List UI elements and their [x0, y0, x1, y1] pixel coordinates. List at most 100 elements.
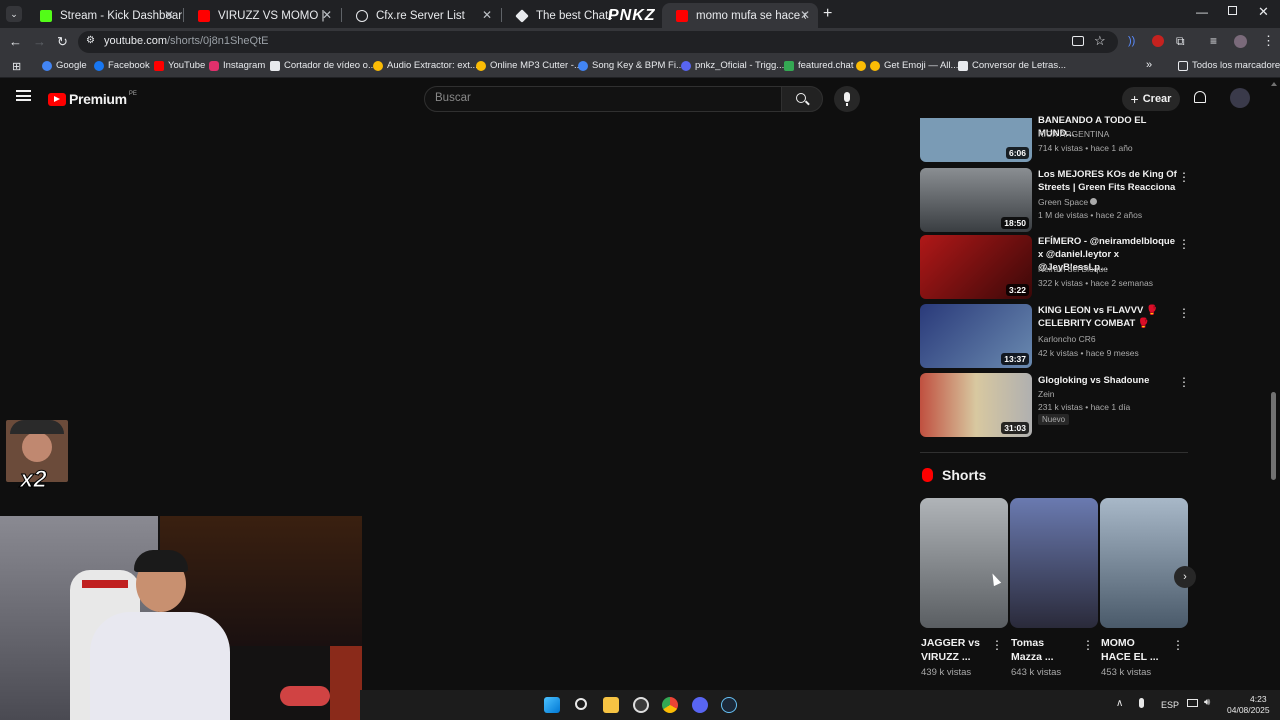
short-title[interactable]: MOMO HACE EL ...	[1101, 636, 1161, 664]
channel-name[interactable]: Zein	[1038, 389, 1055, 399]
short-title[interactable]: Tomas Mazza ...	[1011, 636, 1071, 664]
search-input[interactable]: Buscar	[424, 86, 782, 112]
tab-viruzz-vs-momo[interactable]: VIRUZZ VS MOMO | LA VELADA ✕	[184, 3, 340, 28]
video-title[interactable]: Los MEJORES KOs de King Of Streets | Gre…	[1038, 168, 1178, 194]
clock-time[interactable]: 4:23	[1250, 694, 1267, 704]
extensions-puzzle-icon[interactable]: ⧉	[1176, 34, 1185, 49]
chrome-icon[interactable]	[662, 697, 678, 713]
video-thumbnail[interactable]: 3:22	[920, 235, 1032, 299]
network-icon[interactable]	[1187, 699, 1198, 707]
search-button[interactable]	[781, 86, 823, 112]
bookmark-get-emoji[interactable]: Get Emoji — All...	[856, 60, 958, 71]
video-item[interactable]: 13:37 KING LEON vs FLAVVV 🥊 CELEBRITY CO…	[920, 304, 1190, 368]
channel-name[interactable]: KICK ARGENTINA	[1038, 129, 1109, 139]
microphone-tray-icon[interactable]	[1139, 698, 1144, 708]
video-title[interactable]: Glogloking vs Shadoune	[1038, 374, 1178, 387]
tab-cfx-server-list[interactable]: Cfx.re Server List ✕	[342, 3, 500, 28]
video-thumbnail[interactable]: 13:37	[920, 304, 1032, 368]
page-scrollbar-thumb[interactable]	[1271, 392, 1276, 480]
channel-name[interactable]: Neiram del Bloque	[1038, 264, 1108, 274]
bookmark-instagram[interactable]: Instagram	[209, 60, 265, 71]
close-window-button[interactable]: ✕	[1258, 4, 1269, 20]
shorts-next-button[interactable]: ›	[1174, 566, 1196, 588]
scroll-up-arrow[interactable]	[1271, 82, 1277, 86]
bookmark-star-icon[interactable]: ☆	[1094, 33, 1106, 49]
extension-icon-2[interactable]	[1152, 35, 1164, 47]
video-thumbnail[interactable]: 6:06	[920, 118, 1032, 162]
language-indicator[interactable]: ESP	[1161, 700, 1179, 710]
more-actions-icon[interactable]: ⋮	[1082, 638, 1094, 652]
close-icon[interactable]: ✕	[322, 8, 332, 22]
guide-menu-icon[interactable]	[16, 90, 31, 101]
more-bookmarks-icon[interactable]: »	[1146, 59, 1152, 71]
more-actions-icon[interactable]: ⋮	[1178, 306, 1190, 320]
chrome-menu-icon[interactable]: ⋮	[1262, 33, 1275, 49]
more-actions-icon[interactable]: ⋮	[1178, 170, 1190, 184]
video-item[interactable]: 31:03 Glogloking vs Shadoune Zein 231 k …	[920, 373, 1190, 437]
minimize-button[interactable]: —	[1196, 5, 1208, 19]
video-item[interactable]: 6:06 BANEANDO A TODO EL MUND... KICK ARG…	[920, 100, 1190, 162]
reading-list-icon[interactable]: ≡	[1210, 34, 1217, 48]
search-taskbar-icon[interactable]	[575, 698, 587, 710]
close-icon[interactable]: ✕	[482, 8, 492, 22]
account-avatar[interactable]	[1230, 88, 1250, 108]
apps-grid-icon[interactable]: ⊞	[12, 60, 21, 73]
obs-icon[interactable]	[633, 697, 649, 713]
new-tab-button[interactable]: +	[823, 5, 832, 23]
converter-icon	[958, 60, 968, 71]
url-text[interactable]: youtube.com/shorts/0j8n1SheQtE	[104, 35, 269, 47]
bookmark-mp3-cutter[interactable]: Online MP3 Cutter -...	[476, 60, 582, 71]
clock-date[interactable]: 04/08/2025	[1227, 705, 1270, 715]
forward-icon[interactable]: →	[33, 34, 46, 49]
short-thumbnail[interactable]	[920, 498, 1008, 628]
bookmark-video-cutter[interactable]: Cortador de vídeo o...	[270, 60, 376, 71]
site-info-icon[interactable]: ⚙	[86, 35, 95, 46]
youtube-logo[interactable]: Premium PE	[48, 91, 137, 107]
more-actions-icon[interactable]: ⋮	[1178, 237, 1190, 251]
tab-momo-mufa[interactable]: momo mufa se hace el malo (t ✕	[662, 3, 818, 28]
discord-icon[interactable]	[692, 697, 708, 713]
tray-overflow-icon[interactable]: ∧	[1116, 698, 1123, 709]
voice-search-button[interactable]	[834, 86, 860, 112]
more-actions-icon[interactable]: ⋮	[1178, 375, 1190, 389]
reload-icon[interactable]: ↻	[57, 34, 68, 50]
bookmark-facebook[interactable]: Facebook	[94, 60, 150, 71]
video-item[interactable]: 3:22 EFÍMERO - @neiramdelbloque x @danie…	[920, 235, 1190, 299]
bookmark-youtube[interactable]: YouTube	[154, 60, 205, 71]
video-title[interactable]: KING LEON vs FLAVVV 🥊 CELEBRITY COMBAT 🥊	[1038, 304, 1178, 330]
file-explorer-icon[interactable]	[603, 697, 619, 713]
short-title[interactable]: JAGGER vs VIRUZZ ...	[921, 636, 981, 664]
close-icon[interactable]: ✕	[800, 8, 810, 22]
tab-search-button[interactable]: ⌄	[6, 6, 22, 22]
tab-chatbot[interactable]: The best ChatBot and	[502, 3, 612, 28]
close-icon[interactable]: ✕	[164, 8, 174, 22]
bookmark-featured-chat[interactable]: featured.chat	[784, 60, 853, 71]
channel-name[interactable]: Green Space	[1038, 197, 1098, 207]
video-thumbnail[interactable]: 31:03	[920, 373, 1032, 437]
bookmark-letter-converter[interactable]: Conversor de Letras...	[958, 60, 1066, 71]
channel-name[interactable]: Karloncho CR6	[1038, 334, 1096, 344]
bookmark-song-key[interactable]: Song Key & BPM Fi...	[578, 60, 684, 71]
bookmark-google[interactable]: Google	[42, 60, 87, 71]
profile-avatar[interactable]	[1234, 35, 1247, 48]
short-views: 439 k vistas	[921, 667, 972, 678]
extension-icon-1[interactable]: ))	[1128, 35, 1135, 47]
video-thumbnail[interactable]: 18:50	[920, 168, 1032, 232]
notifications-bell-icon[interactable]	[1194, 91, 1206, 103]
restore-button[interactable]	[1228, 6, 1237, 15]
volume-icon[interactable]: 🔊︎	[1204, 697, 1210, 708]
tab-kick-dashboard[interactable]: Stream - Kick Dashboard ✕	[26, 3, 182, 28]
windows-start-icon[interactable]	[544, 697, 560, 713]
video-item[interactable]: 18:50 Los MEJORES KOs de King Of Streets…	[920, 168, 1190, 232]
bookmark-audio-extractor[interactable]: Audio Extractor: ext...	[373, 60, 478, 71]
more-actions-icon[interactable]: ⋮	[991, 638, 1003, 652]
short-thumbnail[interactable]	[1100, 498, 1188, 628]
install-app-icon[interactable]	[1072, 36, 1084, 46]
back-icon[interactable]: ←	[9, 34, 22, 49]
more-actions-icon[interactable]: ⋮	[1172, 638, 1184, 652]
steam-icon[interactable]	[721, 697, 737, 713]
all-bookmarks-folder[interactable]: Todos los marcadores	[1178, 60, 1280, 71]
short-thumbnail[interactable]	[1010, 498, 1098, 628]
bookmark-pnkz-oficial[interactable]: pnkz_Oficial - Trigg...	[681, 60, 784, 71]
emote-multiplier: x2	[20, 466, 48, 494]
